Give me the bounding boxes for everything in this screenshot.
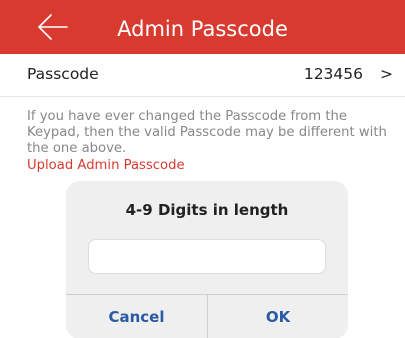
- divider: [0, 96, 405, 97]
- passcode-dialog: 4-9 Digits in length Cancel OK: [66, 181, 348, 338]
- header-bar: Admin Passcode: [0, 0, 405, 54]
- upload-admin-passcode-link[interactable]: Upload Admin Passcode: [27, 158, 185, 173]
- passcode-value: 123456: [303, 65, 363, 83]
- arrow-left-icon: [38, 14, 68, 40]
- passcode-input[interactable]: [88, 239, 326, 274]
- chevron-right-icon: >: [380, 65, 393, 83]
- passcode-row[interactable]: Passcode 123456 >: [0, 54, 405, 94]
- ok-button[interactable]: OK: [208, 295, 348, 338]
- cancel-button[interactable]: Cancel: [66, 295, 207, 338]
- passcode-note: If you have ever changed the Passcode fr…: [27, 109, 387, 156]
- passcode-label: Passcode: [27, 65, 99, 83]
- back-button[interactable]: [36, 11, 70, 43]
- admin-passcode-screen: Admin Passcode Passcode 123456 > If you …: [0, 0, 405, 338]
- dialog-title: 4-9 Digits in length: [125, 201, 289, 219]
